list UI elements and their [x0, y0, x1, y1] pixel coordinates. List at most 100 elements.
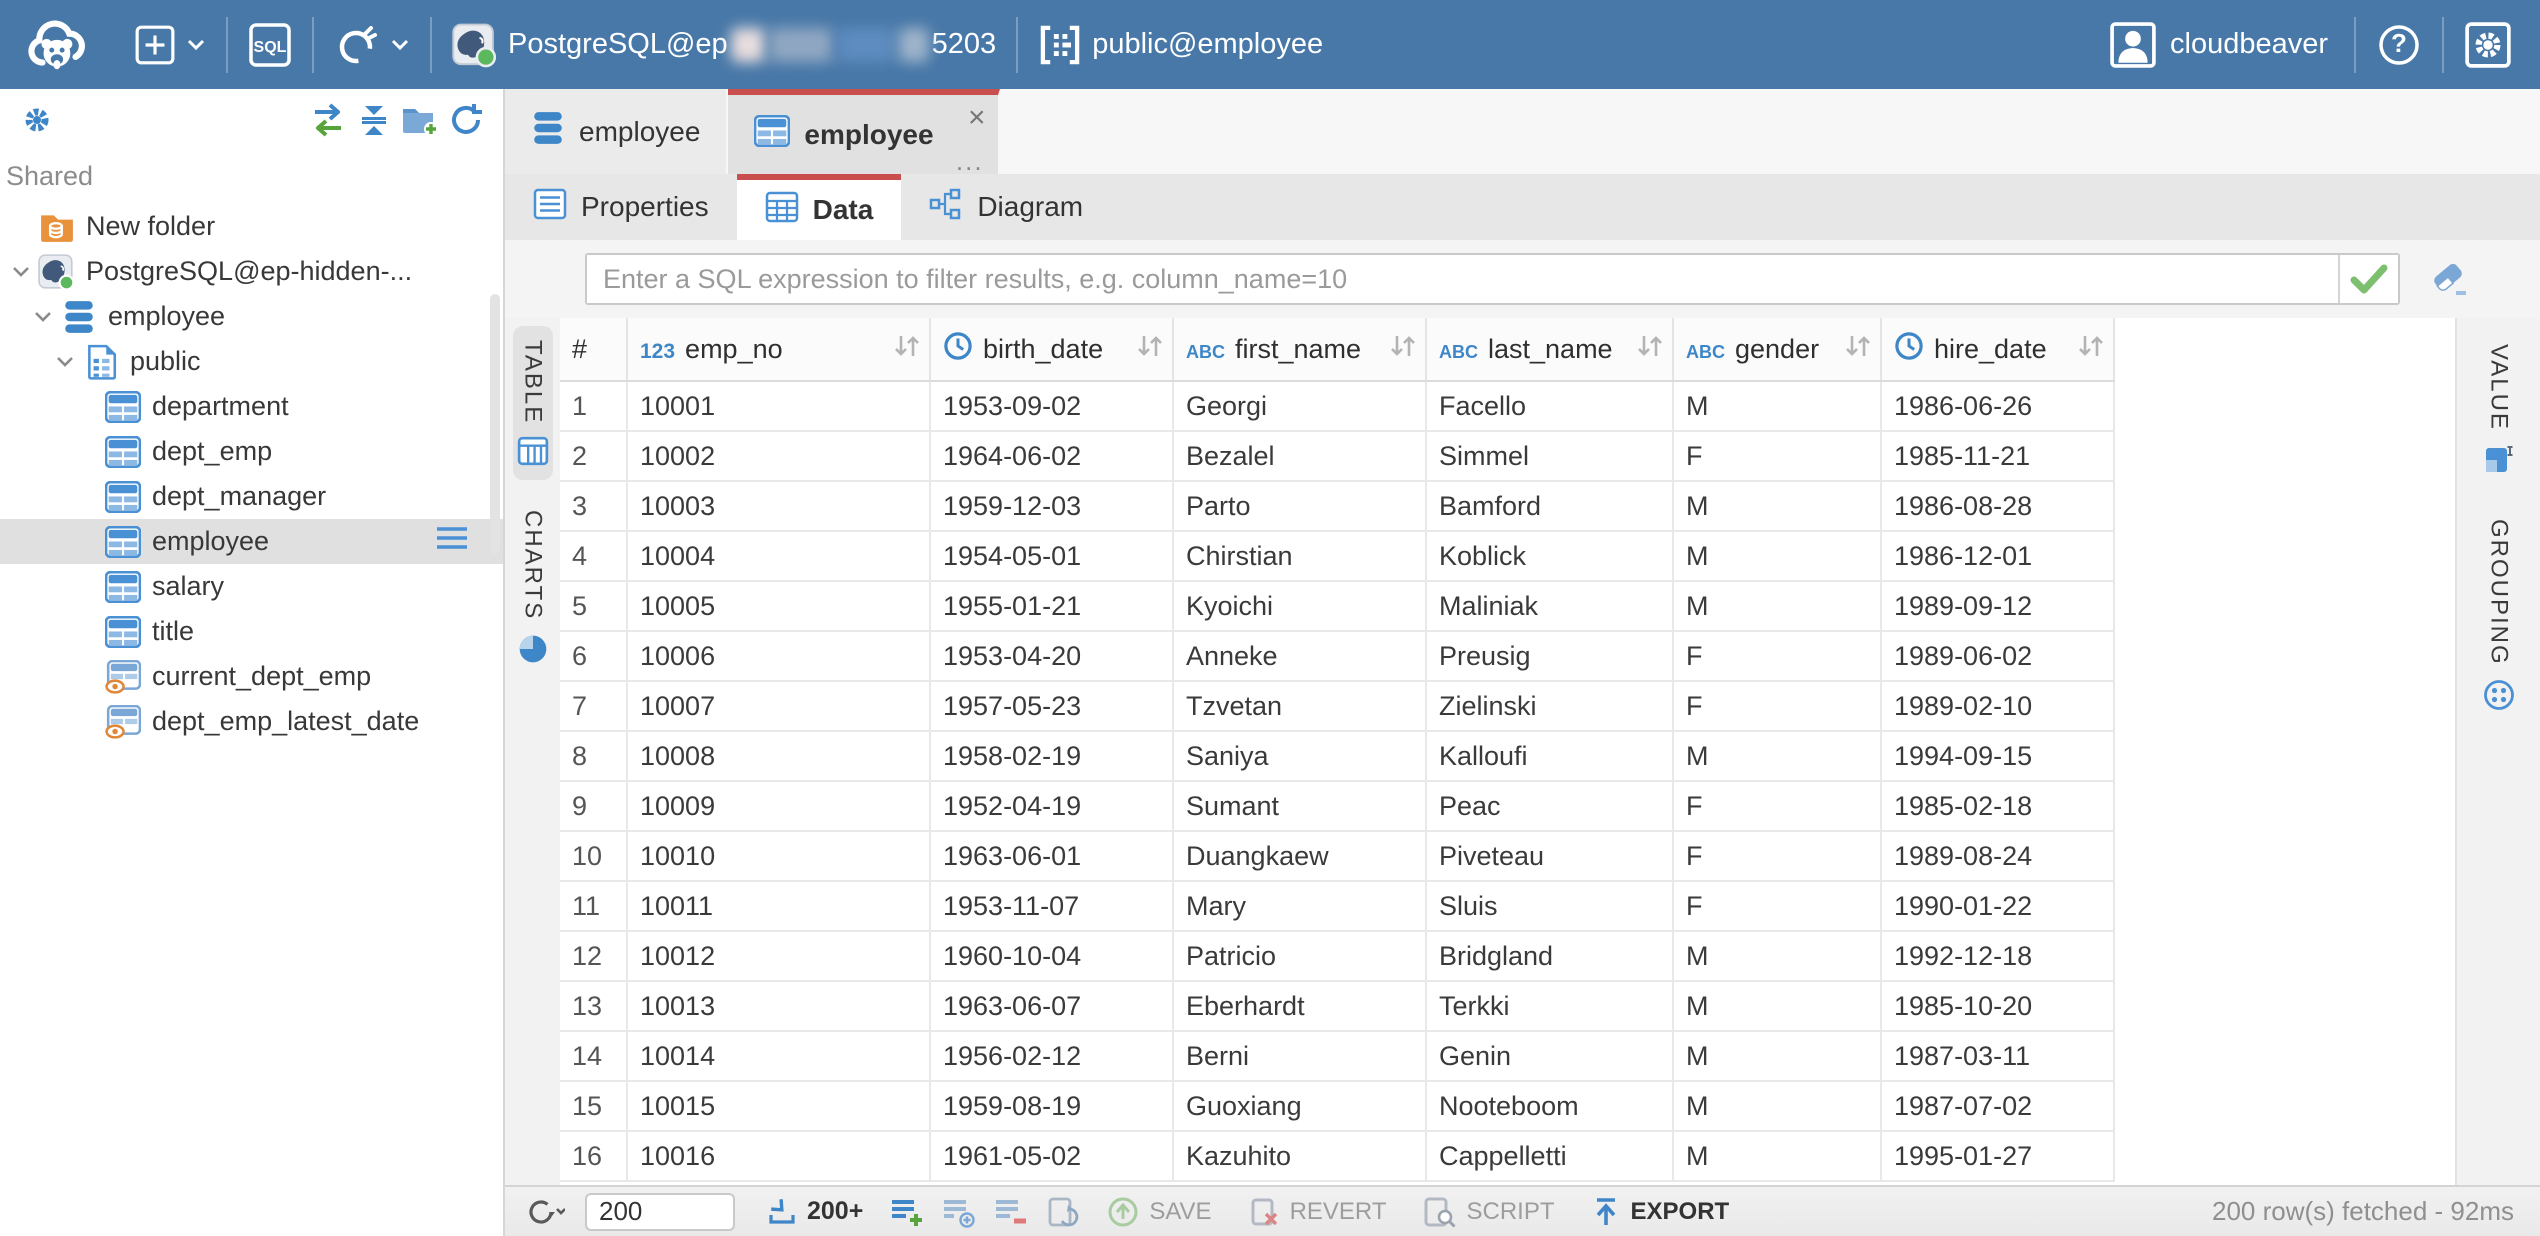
tab-menu-dots-icon[interactable]: ... [956, 154, 984, 170]
grid-cell[interactable]: M [1673, 931, 1881, 981]
tab-diagram[interactable]: Diagram [901, 174, 1111, 240]
table-row[interactable]: 8100081958-02-19SaniyaKalloufiM1994-09-1… [560, 731, 2114, 781]
apply-filter-button[interactable] [2338, 255, 2398, 303]
presentation-tab-table[interactable]: TABLE [513, 326, 553, 480]
grid-cell[interactable]: Kalloufi [1426, 731, 1673, 781]
chevron-down-icon[interactable] [28, 310, 58, 323]
chevron-down-icon[interactable] [6, 265, 36, 278]
grid-cell[interactable]: Bezalel [1173, 431, 1426, 481]
grid-cell[interactable]: Sumant [1173, 781, 1426, 831]
fetch-more-button[interactable]: 200+ [753, 1192, 877, 1232]
grid-cell[interactable]: 1957-05-23 [930, 681, 1173, 731]
table-row[interactable]: 6100061953-04-20AnnekePreusigF1989-06-02 [560, 631, 2114, 681]
grid-cell[interactable]: 1989-06-02 [1881, 631, 2114, 681]
grid-cell[interactable]: Tzvetan [1173, 681, 1426, 731]
schema-selector[interactable]: public@employee [1018, 0, 1343, 89]
grid-cell[interactable]: Sluis [1426, 881, 1673, 931]
sidebar-scrollbar[interactable] [490, 294, 500, 554]
grid-cell[interactable]: 1953-04-20 [930, 631, 1173, 681]
grid-cell[interactable]: M [1673, 381, 1881, 431]
grid-cell[interactable]: 1992-12-18 [1881, 931, 2114, 981]
grid-cell[interactable]: Facello [1426, 381, 1673, 431]
grid-cell[interactable]: Anneke [1173, 631, 1426, 681]
grid-cell[interactable]: M [1673, 1081, 1881, 1131]
grid-cell[interactable]: Nooteboom [1426, 1081, 1673, 1131]
grid-cell[interactable]: Piveteau [1426, 831, 1673, 881]
grid-cell[interactable]: 1989-08-24 [1881, 831, 2114, 881]
grid-cell[interactable]: Chirstian [1173, 531, 1426, 581]
grid-cell[interactable]: 10006 [627, 631, 930, 681]
grid-cell[interactable]: Peac [1426, 781, 1673, 831]
table-row[interactable]: 1100011953-09-02GeorgiFacelloM1986-06-26 [560, 381, 2114, 431]
sql-filter-input[interactable] [587, 255, 2338, 303]
grid-cell[interactable]: 1989-09-12 [1881, 581, 2114, 631]
driver-manager-button[interactable] [314, 0, 430, 89]
grid-cell[interactable]: 1986-06-26 [1881, 381, 2114, 431]
export-button[interactable]: EXPORT [1577, 1192, 1744, 1232]
grid-cell[interactable]: Bamford [1426, 481, 1673, 531]
tree-item[interactable]: dept_manager [0, 474, 503, 519]
settings-button[interactable] [2444, 0, 2532, 89]
sort-icon[interactable] [1844, 333, 1872, 366]
grid-cell[interactable]: F [1673, 881, 1881, 931]
table-row[interactable]: 15100151959-08-19GuoxiangNooteboomM1987-… [560, 1081, 2114, 1131]
chevron-down-icon[interactable] [50, 355, 80, 368]
grid-cell[interactable]: 1985-02-18 [1881, 781, 2114, 831]
column-header[interactable]: ABC first_name [1173, 318, 1426, 381]
grid-cell[interactable]: Bridgland [1426, 931, 1673, 981]
column-header[interactable]: ABC gender [1673, 318, 1881, 381]
grid-cell[interactable]: 1990-01-22 [1881, 881, 2114, 931]
grid-cell[interactable]: 1953-09-02 [930, 381, 1173, 431]
delete-row-button[interactable] [989, 1192, 1033, 1232]
grid-cell[interactable]: F [1673, 631, 1881, 681]
grid-cell[interactable]: 1956-02-12 [930, 1031, 1173, 1081]
grid-cell[interactable]: Guoxiang [1173, 1081, 1426, 1131]
grid-cell[interactable]: 10005 [627, 581, 930, 631]
tab-employee-database[interactable]: employee [505, 89, 728, 174]
table-row[interactable]: 11100111953-11-07MarySluisF1990-01-22 [560, 881, 2114, 931]
tab-employee-table[interactable]: employee × ... [728, 89, 999, 174]
collapse-all-icon[interactable] [351, 97, 397, 143]
grid-cell[interactable]: 10013 [627, 981, 930, 1031]
table-row[interactable]: 9100091952-04-19SumantPeacF1985-02-18 [560, 781, 2114, 831]
grid-cell[interactable]: M [1673, 1131, 1881, 1181]
grid-cell[interactable]: 10003 [627, 481, 930, 531]
grid-cell[interactable]: Parto [1173, 481, 1426, 531]
table-row[interactable]: 3100031959-12-03PartoBamfordM1986-08-28 [560, 481, 2114, 531]
apply-changes-script-icon[interactable] [1041, 1192, 1085, 1232]
column-header[interactable]: ABC last_name [1426, 318, 1673, 381]
column-header[interactable]: hire_date [1881, 318, 2114, 381]
grid-cell[interactable]: 10009 [627, 781, 930, 831]
grid-cell[interactable]: Terkki [1426, 981, 1673, 1031]
grid-cell[interactable]: M [1673, 981, 1881, 1031]
grid-cell[interactable]: Eberhardt [1173, 981, 1426, 1031]
tree-item[interactable]: department [0, 384, 503, 429]
grid-cell[interactable]: M [1673, 531, 1881, 581]
table-row[interactable]: 5100051955-01-21KyoichiMaliniakM1989-09-… [560, 581, 2114, 631]
grid-cell[interactable]: Preusig [1426, 631, 1673, 681]
grid-cell[interactable]: 1953-11-07 [930, 881, 1173, 931]
grid-cell[interactable]: M [1673, 1031, 1881, 1081]
grid-cell[interactable]: Genin [1426, 1031, 1673, 1081]
tab-data[interactable]: Data [737, 174, 902, 240]
duplicate-row-button[interactable] [937, 1192, 981, 1232]
grid-cell[interactable]: 1994-09-15 [1881, 731, 2114, 781]
grid-cell[interactable]: 1964-06-02 [930, 431, 1173, 481]
grid-cell[interactable]: F [1673, 431, 1881, 481]
grid-cell[interactable]: 1985-11-21 [1881, 431, 2114, 481]
grid-cell[interactable]: 1955-01-21 [930, 581, 1173, 631]
table-row[interactable]: 7100071957-05-23TzvetanZielinskiF1989-02… [560, 681, 2114, 731]
grid-cell[interactable]: M [1673, 581, 1881, 631]
tree-item[interactable]: current_dept_emp [0, 654, 503, 699]
grid-cell[interactable]: 1995-01-27 [1881, 1131, 2114, 1181]
presentation-tab-charts[interactable]: CHARTS [513, 496, 553, 678]
new-connection-button[interactable] [114, 0, 226, 89]
grid-cell[interactable]: 1954-05-01 [930, 531, 1173, 581]
column-header[interactable]: birth_date [930, 318, 1173, 381]
sort-icon[interactable] [893, 333, 921, 366]
grid-cell[interactable]: 1963-06-07 [930, 981, 1173, 1031]
grid-cell[interactable]: F [1673, 681, 1881, 731]
grid-cell[interactable]: Cappelletti [1426, 1131, 1673, 1181]
grid-cell[interactable]: 1986-12-01 [1881, 531, 2114, 581]
tree-item[interactable]: public [0, 339, 503, 384]
